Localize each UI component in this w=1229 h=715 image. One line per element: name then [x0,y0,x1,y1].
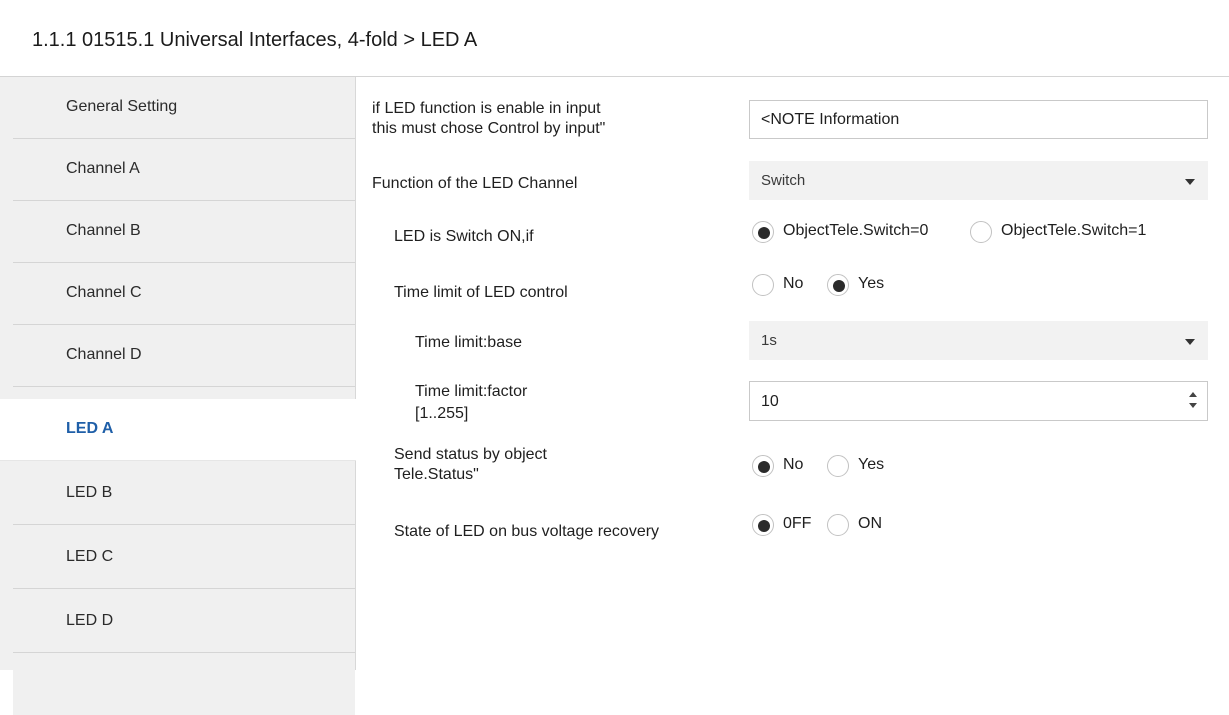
radio-unselected-icon [752,274,774,296]
radio-selected-icon [752,221,774,243]
sidebar-item-label: Channel D [66,346,142,363]
sidebar-item-channel-b[interactable]: Channel B [13,201,355,263]
sidebar-item-label: Channel C [66,284,142,301]
function-select[interactable]: Switch [749,161,1208,200]
time-limit-label: Time limit of LED control [394,284,568,301]
parameter-panel: if LED function is enable in input this … [356,77,1229,670]
time-factor-value: 10 [761,393,779,410]
sidebar-item-label: General Setting [66,98,178,115]
sidebar-item-led-b[interactable]: LED B [13,463,355,525]
sidebar-item-led-c[interactable]: LED C [13,527,355,589]
time-base-label: Time limit:base [415,334,522,351]
time-factor-label: Time limit:factor [1..255] [415,383,528,422]
radio-selected-icon [752,514,774,536]
function-label: Function of the LED Channel [372,175,578,192]
chevron-down-icon [1185,179,1195,185]
radio-unselected-icon [827,514,849,536]
radio-selected-icon [827,274,849,296]
switch-on-if-label: LED is Switch ON,if [394,228,534,245]
sidebar-item-channel-c[interactable]: Channel C [13,263,355,325]
sidebar-item-label: LED C [66,548,114,565]
sidebar-item-led-d[interactable]: LED D [13,591,355,653]
sidebar-item-channel-a[interactable]: Channel A [13,139,355,201]
sidebar-item-channel-d[interactable]: Channel D [13,325,355,387]
sidebar-item-label: LED B [66,484,113,501]
time-base-select-value: 1s [761,332,777,349]
sidebar-item-label: Channel B [66,222,141,239]
window-title-bar: 1.1.1 01515.1 Universal Interfaces, 4-fo… [0,0,1229,77]
chevron-down-icon [1185,339,1195,345]
time-factor-spinbox[interactable]: 10 [749,381,1208,421]
sidebar-item-label: Channel A [66,160,140,177]
function-select-value: Switch [761,172,806,189]
sidebar-item-led-a[interactable]: LED A [0,399,356,461]
radio-unselected-icon [827,455,849,477]
sidebar: General Setting Channel A Channel B Chan… [0,77,356,715]
radio-unselected-icon [970,221,992,243]
arrow-down-icon[interactable] [1189,403,1197,408]
stepper-arrows-icon[interactable] [1187,390,1199,412]
time-base-select[interactable]: 1s [749,321,1208,360]
arrow-up-icon[interactable] [1189,392,1197,397]
send-status-label: Send status by object Tele.Status" [394,446,547,483]
sidebar-item-label: LED D [66,612,114,629]
note-text-field[interactable]: <NOTE Information [749,100,1208,139]
sidebar-item-more[interactable] [13,653,355,715]
window-title: 1.1.1 01515.1 Universal Interfaces, 4-fo… [32,29,478,51]
note-label: if LED function is enable in input this … [372,100,606,137]
sidebar-item-label: LED A [66,420,114,437]
sidebar-item-general-setting[interactable]: General Setting [13,77,355,139]
bus-recovery-label: State of LED on bus voltage recovery [394,523,660,540]
radio-selected-icon [752,455,774,477]
